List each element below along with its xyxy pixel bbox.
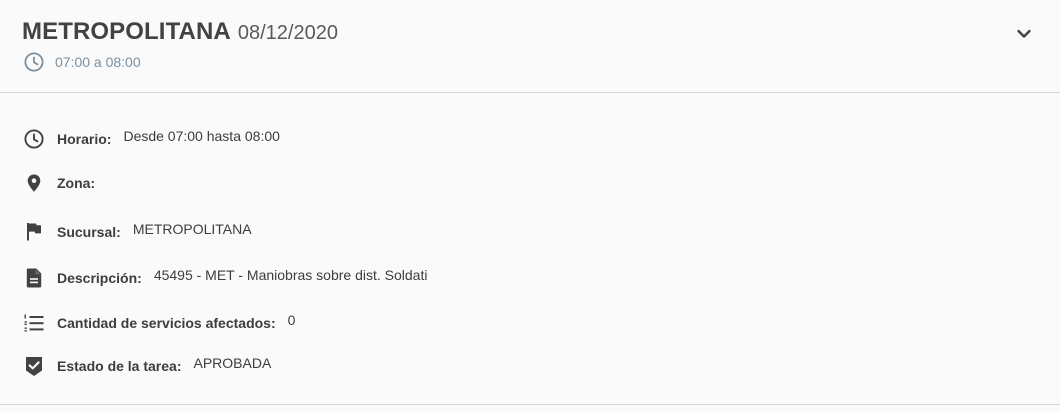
detail-row-cantidad: Cantidad de servicios afectados: 0 [22, 311, 295, 335]
clock-icon [22, 127, 46, 151]
detail-value: 45495 - MET - Maniobras sobre dist. Sold… [153, 267, 428, 283]
detail-label: Descripción: [57, 270, 142, 286]
flag-icon [22, 220, 46, 244]
panel-date: 08/12/2020 [237, 22, 338, 44]
detail-value: 0 [287, 312, 296, 328]
time-range-row: 07:00 a 08:00 [22, 50, 1038, 74]
detail-value: APROBADA [193, 355, 272, 371]
expand-toggle-button[interactable] [1010, 20, 1038, 48]
detail-value: Desde 07:00 hasta 08:00 [123, 128, 280, 144]
detail-label: Cantidad de servicios afectados: [57, 315, 276, 331]
shield-check-icon [22, 354, 46, 378]
detail-row-descripcion: Descripción: 45495 - MET - Maniobras sob… [22, 266, 427, 290]
detail-row-estado: Estado de la tarea: APROBADA [22, 354, 271, 378]
detail-label: Horario: [57, 131, 112, 147]
detail-row-horario: Horario: Desde 07:00 hasta 08:00 [22, 127, 280, 151]
list-numbered-icon [22, 311, 46, 335]
detail-value: METROPOLITANA [132, 221, 252, 237]
chevron-down-icon [1012, 22, 1036, 46]
detail-label: Zona: [57, 175, 96, 191]
task-panel: METROPOLITANA 08/12/2020 07:00 a 08:00 H… [0, 0, 1060, 412]
detail-row-zona: Zona: [22, 171, 107, 195]
bottom-divider [0, 404, 1060, 405]
clock-icon [22, 50, 46, 74]
detail-row-sucursal: Sucursal: METROPOLITANA [22, 220, 252, 244]
document-icon [22, 266, 46, 290]
detail-label: Estado de la tarea: [57, 358, 182, 374]
panel-title: METROPOLITANA [22, 18, 231, 45]
title-row: METROPOLITANA 08/12/2020 [22, 18, 1038, 46]
location-pin-icon [22, 171, 46, 195]
panel-header[interactable]: METROPOLITANA 08/12/2020 07:00 a 08:00 [0, 0, 1060, 93]
detail-label: Sucursal: [57, 224, 121, 240]
time-range-text: 07:00 a 08:00 [55, 54, 141, 70]
